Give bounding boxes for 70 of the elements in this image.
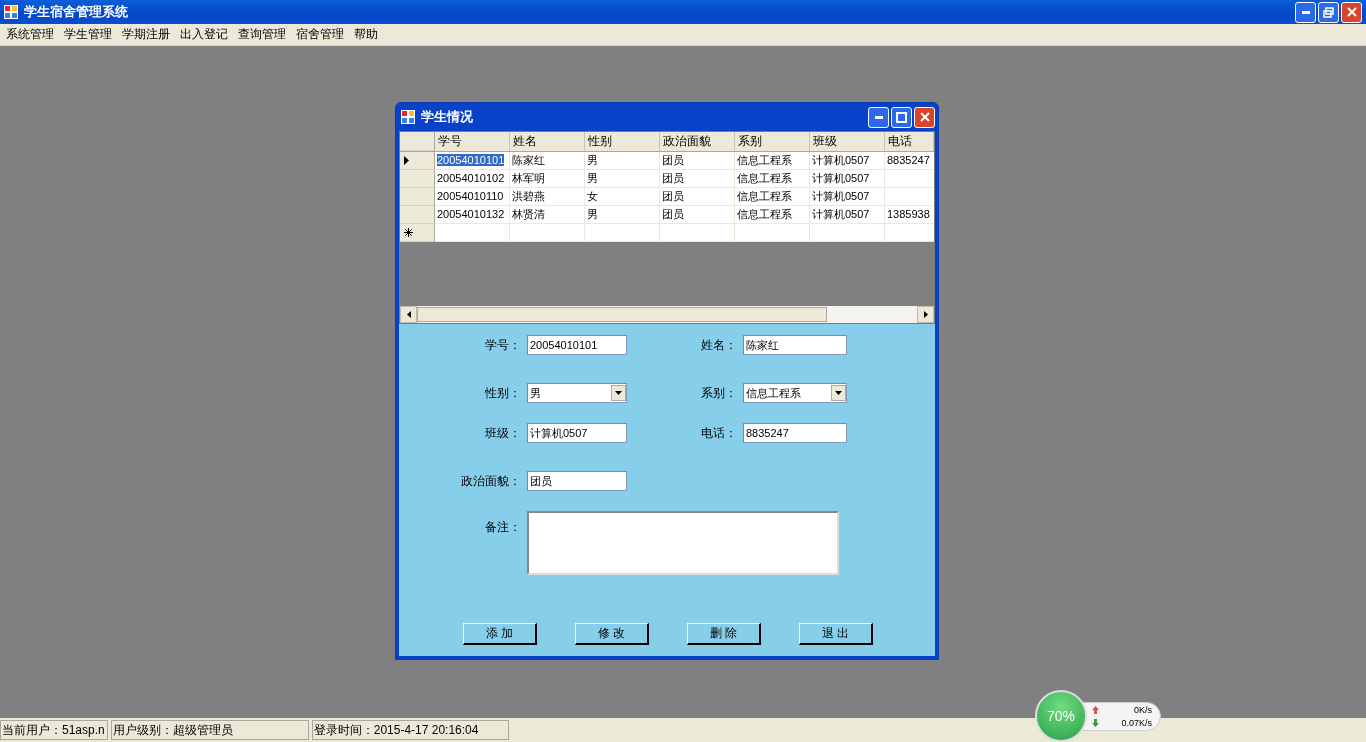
restore-button[interactable] [1318, 1, 1339, 23]
restore-icon [1323, 6, 1334, 18]
text-field[interactable]: 计算机0507 [527, 423, 627, 443]
menu-item[interactable]: 学生管理 [60, 26, 118, 43]
minimize-button[interactable] [868, 106, 889, 128]
upload-speed: 0K/s [1133, 704, 1152, 715]
close-icon [1346, 7, 1357, 17]
field-label: 性别： [484, 384, 521, 402]
window-title: 学生宿舍管理系统 [24, 3, 128, 21]
minimize-icon [874, 115, 883, 119]
action-button[interactable]: 修 改 [575, 623, 649, 645]
horizontal-scrollbar[interactable] [400, 306, 934, 323]
field-label: 学号： [484, 336, 521, 354]
dropdown[interactable]: 男 [527, 383, 627, 403]
action-button[interactable]: 删 除 [687, 623, 761, 645]
close-button[interactable] [914, 106, 935, 128]
close-icon [919, 112, 930, 122]
field-label: 政治面貌： [460, 472, 521, 490]
status-panel: 当前用户：51asp.n [0, 720, 108, 740]
status-panel: 用户级别：超级管理员 [110, 720, 309, 740]
field-label: 电话： [700, 424, 737, 442]
menu-item[interactable]: 帮助 [350, 26, 384, 43]
column-header[interactable]: 性别 [585, 132, 660, 151]
scroll-right-button[interactable] [917, 306, 934, 323]
current-row-icon [404, 156, 409, 165]
column-header[interactable]: 政治面貌 [660, 132, 735, 151]
menu-item[interactable]: 宿舍管理 [292, 26, 350, 43]
text-field[interactable]: 陈家红 [743, 335, 847, 355]
row-header[interactable] [400, 152, 435, 170]
left-arrow-icon [406, 311, 411, 318]
app-icon [401, 110, 415, 124]
dropdown-arrow-icon [615, 391, 622, 395]
down-arrow-icon [1092, 718, 1099, 727]
memo-field[interactable] [527, 511, 839, 575]
menu-item[interactable]: 系统管理 [2, 26, 60, 43]
column-header[interactable]: 姓名 [510, 132, 585, 151]
field-label: 备注： [484, 519, 521, 536]
minimize-icon [1301, 10, 1310, 14]
column-header[interactable]: 系别 [735, 132, 810, 151]
right-arrow-icon [923, 311, 928, 318]
up-arrow-icon [1092, 705, 1099, 714]
scroll-left-button[interactable] [400, 306, 417, 323]
app-icon [4, 5, 18, 19]
usage-gauge: 70% [1035, 690, 1087, 742]
row-header[interactable] [400, 224, 435, 242]
field-label: 班级： [484, 424, 521, 442]
dropdown-arrow-icon [835, 391, 842, 395]
text-field[interactable]: 8835247 [743, 423, 847, 443]
column-header[interactable]: 班级 [810, 132, 885, 151]
status-panel: 登录时间：2015-4-17 20:16:04 [311, 720, 509, 740]
window-title: 学生情况 [421, 108, 473, 126]
action-button[interactable]: 退 出 [799, 623, 873, 645]
maximize-button[interactable] [891, 106, 912, 128]
scrollbar-thumb[interactable] [417, 307, 827, 322]
close-button[interactable] [1341, 1, 1362, 23]
text-field[interactable]: 20054010101 [527, 335, 627, 355]
menu-item[interactable]: 学期注册 [118, 26, 176, 43]
action-button[interactable]: 添 加 [463, 623, 537, 645]
text-field[interactable]: 团员 [527, 471, 627, 491]
dropdown[interactable]: 信息工程系 [743, 383, 847, 403]
field-label: 系别： [700, 384, 737, 402]
maximize-icon [896, 111, 907, 123]
column-header[interactable]: 学号 [435, 132, 510, 151]
minimize-button[interactable] [1295, 1, 1316, 23]
field-label: 姓名： [700, 336, 737, 354]
menu-item[interactable]: 出入登记 [176, 26, 234, 43]
download-speed: 0.07K/s [1120, 717, 1152, 728]
new-row-icon [404, 228, 413, 237]
menu-item[interactable]: 查询管理 [234, 26, 292, 43]
column-header[interactable]: 电话 [885, 132, 934, 151]
